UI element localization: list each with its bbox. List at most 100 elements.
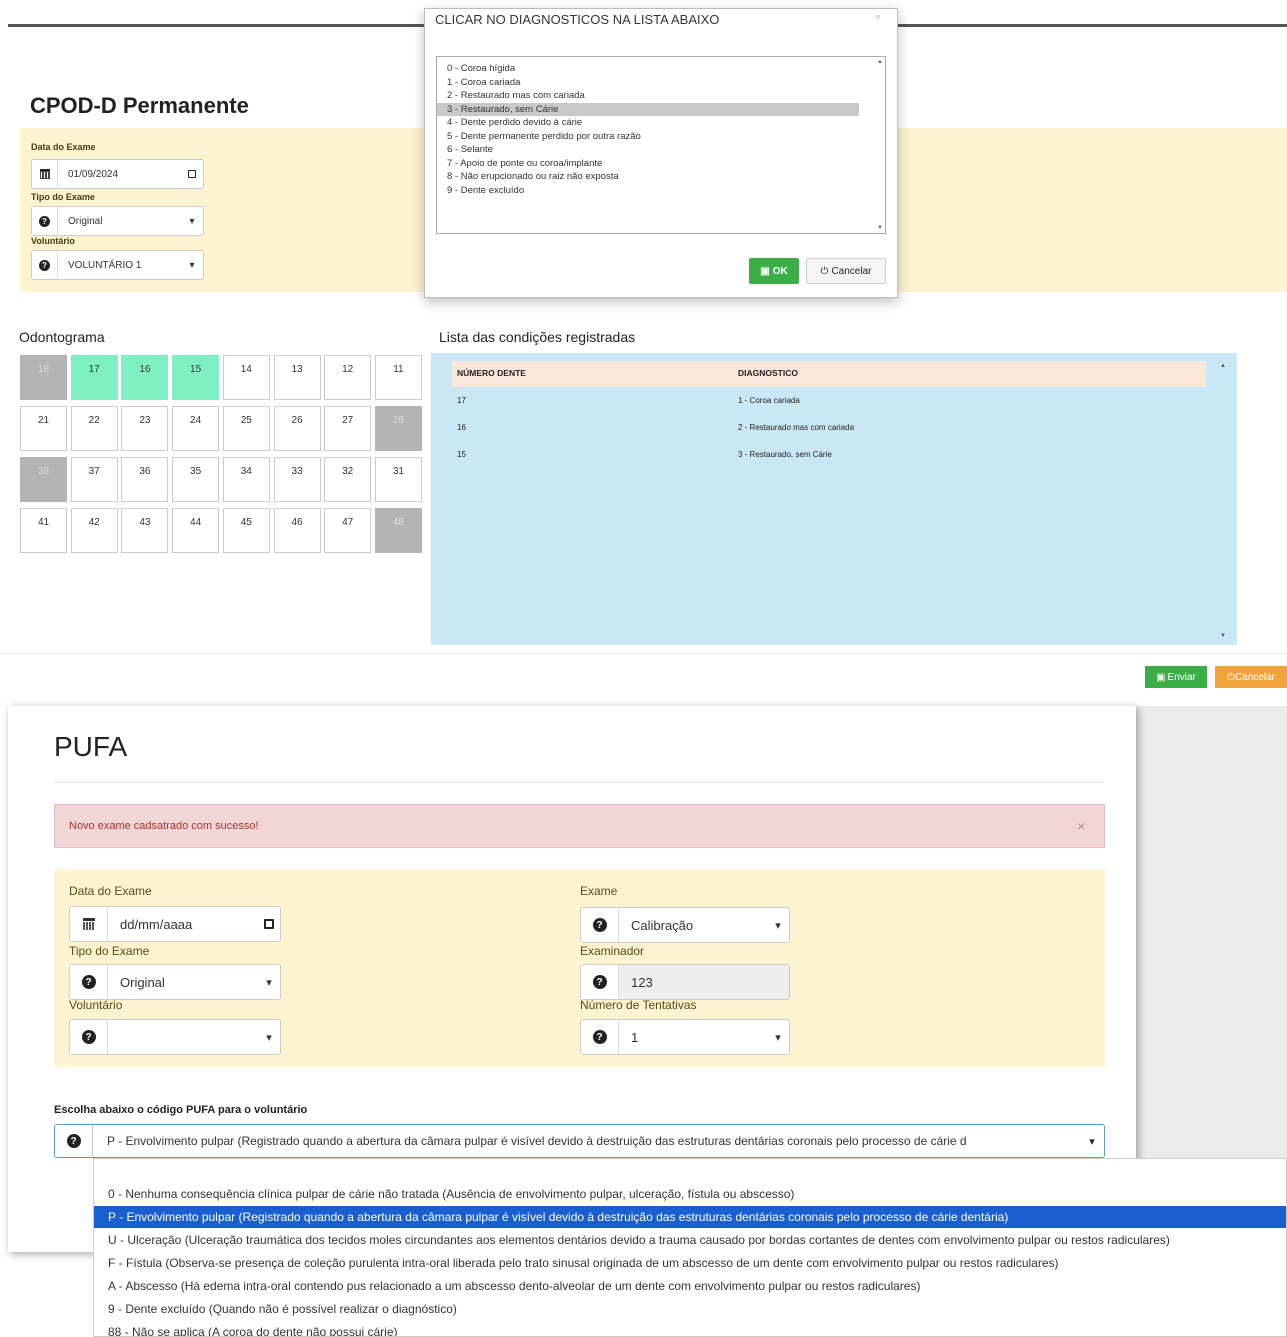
pufa-option[interactable]: P - Envolvimento pulpar (Registrado quan… [94,1206,1286,1228]
alert-text: Novo exame cadsatrado com sucesso! [69,820,259,832]
tooth-48[interactable]: 48 [374,508,422,553]
pufa-option[interactable]: 88 - Não se aplica (A coroa do dente não… [94,1321,1286,1336]
tooth-38[interactable]: 38 [20,457,67,502]
save-icon: ▣ [1156,671,1166,683]
tooth-21[interactable]: 21 [20,406,67,451]
cancel-button[interactable]: ⏻ Cancelar [806,258,886,284]
tooth-15[interactable]: 15 [172,355,220,400]
tooth-33[interactable]: 33 [273,457,321,502]
table-header [452,361,1206,387]
tentativas-value: 1 [631,1029,639,1045]
diagnostic-option[interactable]: 6 - Selante [437,143,885,157]
chevron-down-icon: ▾ [775,919,781,932]
tooth-16[interactable]: 16 [121,355,169,400]
tooth-27[interactable]: 27 [324,406,372,451]
pufa-tipo-select[interactable]: ? Original ▾ [69,964,281,1000]
diagnostic-option[interactable]: 8 - Não erupcionado ou raiz não exposta [437,170,885,184]
tooth-42[interactable]: 42 [70,508,118,553]
diagnostic-option[interactable]: 1 - Coroa cariada [437,76,885,90]
date-field[interactable]: 01/09/2024 [31,159,204,189]
tooth-31[interactable]: 31 [374,457,422,502]
lista-scrollbar[interactable]: ▲ ▼ [1215,361,1231,641]
pufa-voluntario-select[interactable]: ? ▾ [69,1019,281,1055]
scroll-up-icon[interactable]: ▲ [877,59,883,65]
tooth-36[interactable]: 36 [121,457,169,502]
date-label: Data do Exame [31,142,96,152]
tooth-35[interactable]: 35 [172,457,220,502]
lista-panel [431,353,1237,645]
calendar-icon [70,907,108,941]
tooth-43[interactable]: 43 [121,508,169,553]
title-divider [54,782,1104,783]
tooth-47[interactable]: 47 [324,508,372,553]
tentativas-select[interactable]: ? 1 ▾ [580,1019,790,1055]
table-cell-diagnostico: 3 - Restaurado, sem Cárie [738,450,832,459]
tooth-44[interactable]: 44 [172,508,220,553]
date-picker-icon[interactable] [258,919,280,929]
modal-close-icon[interactable]: × [875,12,881,23]
date-picker-icon[interactable] [181,170,203,178]
tooth-24[interactable]: 24 [172,406,220,451]
tooth-34[interactable]: 34 [222,457,270,502]
pufa-option[interactable]: F - Fístula (Observa-se presença de cole… [94,1252,1286,1274]
exame-value: Calibração [631,917,694,933]
scroll-up-icon[interactable]: ▲ [1220,363,1226,369]
tooth-26[interactable]: 26 [273,406,321,451]
tooth-12[interactable]: 12 [324,355,372,400]
diagnostic-option[interactable]: 5 - Dente permanente perdido por outra r… [437,130,885,144]
tipo-select[interactable]: ? Original ▾ [31,206,204,236]
tooth-18[interactable]: 18 [20,355,67,400]
table-cell-dente: 17 [457,396,466,405]
pufa-tipo-label: Tipo do Exame [69,944,150,958]
diagnostic-listbox[interactable]: 0 - Coroa hígida 1 - Coroa cariada 2 - Res… [436,56,886,234]
pufa-option[interactable]: A - Abscesso (Há edema intra-oral conten… [94,1275,1286,1297]
question-icon: ? [32,207,58,235]
question-icon: ? [581,965,619,999]
pufa-option[interactable]: 0 - Nenhuma consequência clínica pulpar … [94,1183,1286,1205]
table-cell-dente: 16 [457,423,466,432]
pufa-code-select[interactable]: ? P - Envolvimento pulpar (Registrado qu… [54,1124,1105,1158]
section-divider [0,653,1287,654]
chevron-down-icon: ▾ [266,976,272,989]
col-diagnostico: DIAGNOSTICO [738,368,798,378]
diagnostic-option[interactable]: 7 - Apoio de ponte ou coroa/implante [437,157,885,171]
vol-label: Voluntário [31,236,75,246]
tooth-28[interactable]: 28 [374,406,422,451]
alert-close-icon[interactable]: × [1077,818,1085,834]
tooth-23[interactable]: 23 [121,406,169,451]
tooth-46[interactable]: 46 [273,508,321,553]
diagnostic-option[interactable]: 0 - Coroa hígida [437,62,885,76]
tooth-13[interactable]: 13 [273,355,321,400]
scroll-down-icon[interactable]: ▼ [877,225,883,231]
examinador-label: Examinador [580,944,645,958]
cancelar-button[interactable]: ⏻ Cancelar [1215,666,1287,688]
diagnostic-option[interactable]: 3 - Restaurado, sem Cárie [437,102,859,116]
tooth-45[interactable]: 45 [222,508,270,553]
tooth-11[interactable]: 11 [374,355,422,400]
tooth-17[interactable]: 17 [70,355,118,400]
diagnostic-option[interactable]: 4 - Dente perdido devido à cárie [437,116,885,130]
voluntario-select[interactable]: ? VOLUNTÁRIO 1 ▾ [31,250,204,280]
diagnostic-option[interactable]: 2 - Restaurado mas com cariada [437,89,885,103]
top-rule-left [8,24,424,27]
pufa-code-value: P - Envolvimento pulpar (Registrado quan… [107,1134,967,1148]
pufa-option[interactable]: U - Ulceração (Ulceração traumática dos … [94,1229,1286,1251]
col-numero-dente: NÚMERO DENTE [457,368,526,378]
diagnostic-option[interactable]: 9 - Dente excluído [437,184,885,198]
tooth-32[interactable]: 32 [324,457,372,502]
tipo-value: Original [68,215,103,227]
pufa-date-field[interactable]: dd/mm/aaaa [69,906,281,942]
tooth-41[interactable]: 41 [20,508,67,553]
pufa-tipo-value: Original [120,974,165,990]
tooth-25[interactable]: 25 [222,406,270,451]
enviar-button[interactable]: ▣ Enviar [1145,666,1207,688]
exame-select[interactable]: ? Calibração ▾ [580,907,790,943]
tooth-22[interactable]: 22 [70,406,118,451]
ok-button[interactable]: ▣ OK [749,258,799,284]
pufa-option[interactable]: 9 - Dente excluído (Quando não é possíve… [94,1298,1286,1320]
tooth-37[interactable]: 37 [70,457,118,502]
chevron-down-icon: ▾ [266,1031,272,1044]
tentativas-label: Número de Tentativas [580,998,697,1012]
scroll-down-icon[interactable]: ▼ [1220,633,1226,639]
tooth-14[interactable]: 14 [222,355,270,400]
